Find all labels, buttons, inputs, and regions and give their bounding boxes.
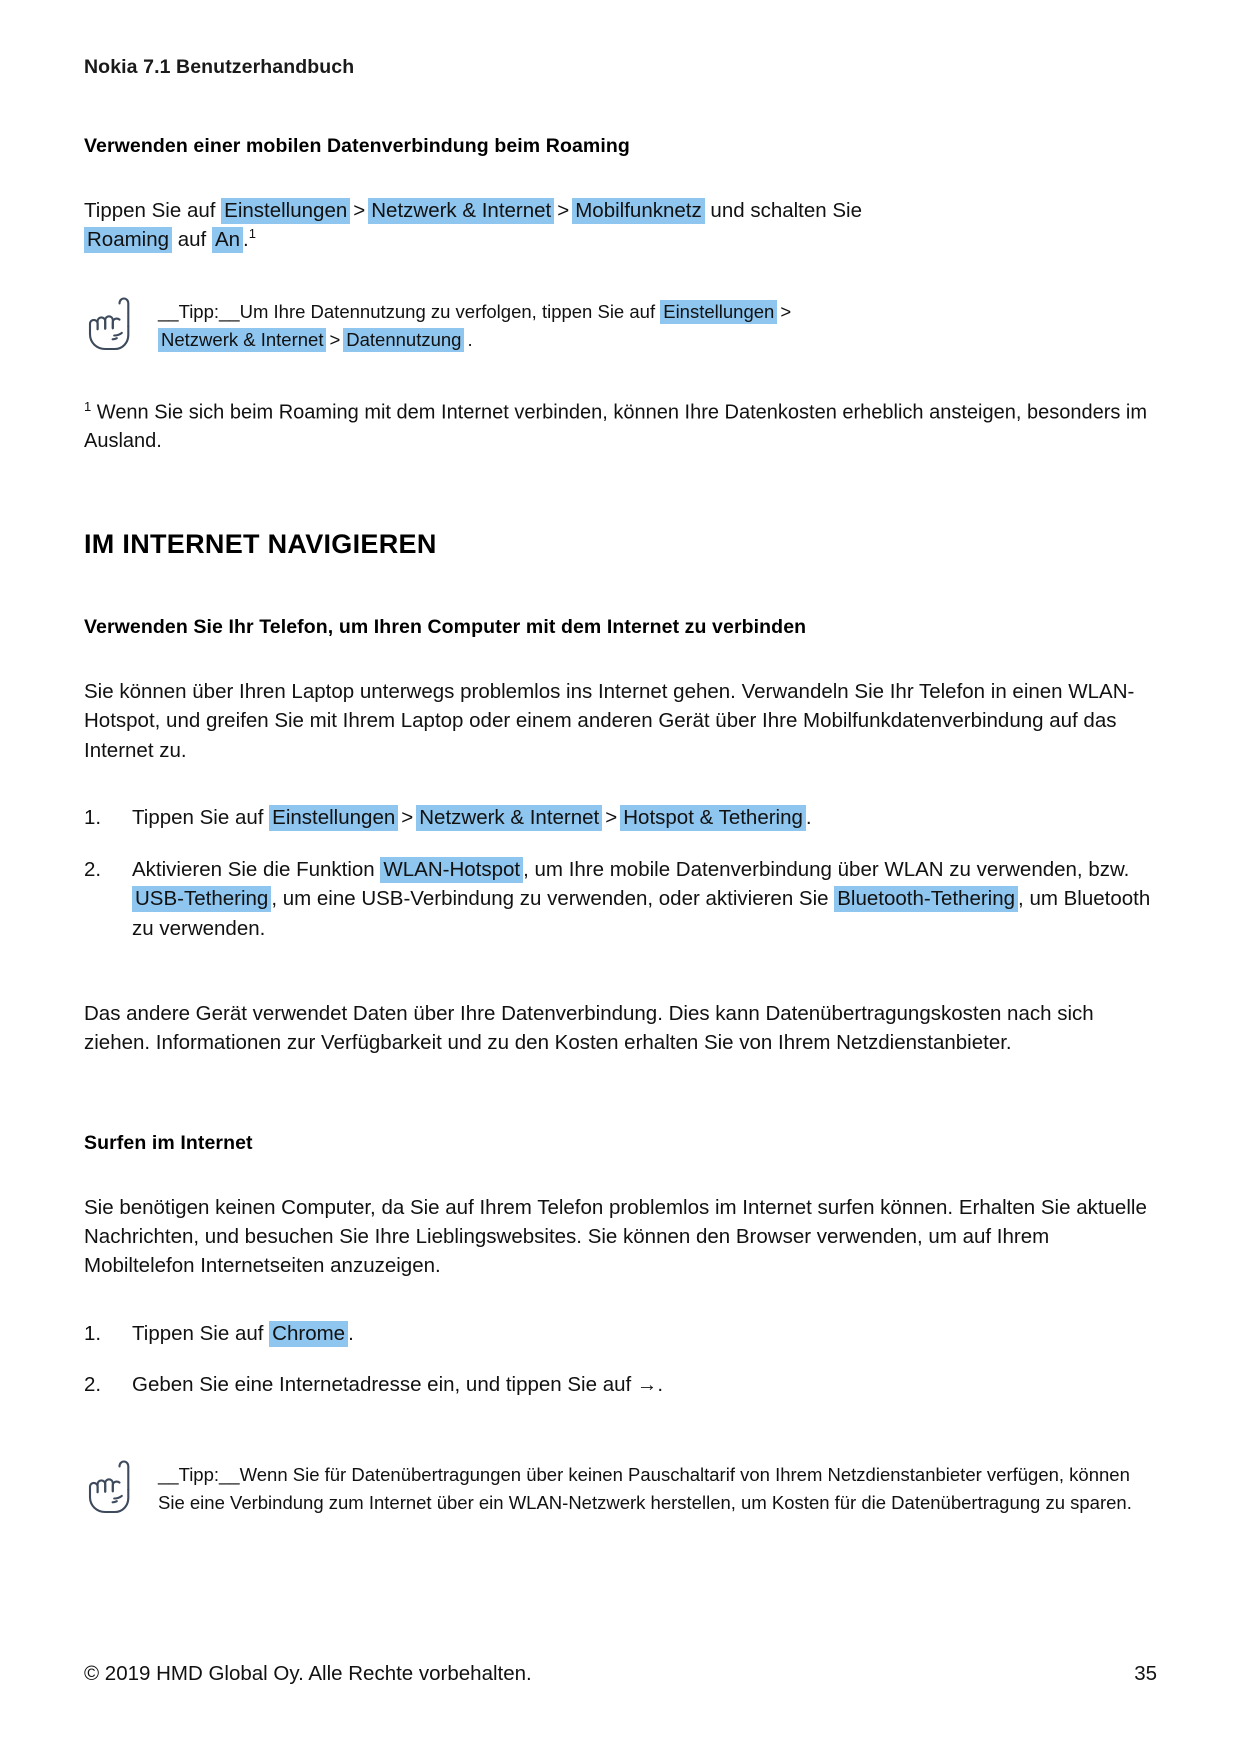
instruction-mid2: auf bbox=[177, 228, 207, 252]
list-item: Tippen Sie auf Einstellungen > Netzwerk & … bbox=[84, 803, 1154, 833]
chip-einstellungen[interactable]: Einstellungen bbox=[269, 805, 399, 831]
step-period: . bbox=[348, 1321, 354, 1345]
step2-part2: , um Ihre mobile Datenverbindung über WL… bbox=[523, 857, 1130, 881]
step2-part1: Aktivieren Sie die Funktion bbox=[132, 857, 375, 881]
footnote-text: Wenn Sie sich beim Roaming mit dem Inter… bbox=[84, 401, 1148, 452]
step-period: . bbox=[657, 1373, 664, 1397]
chevron-separator: > bbox=[780, 300, 792, 322]
surfing-paragraph: Sie benötigen keinen Computer, da Sie au… bbox=[84, 1195, 1147, 1278]
footnote: 1 Wenn Sie sich beim Roaming mit dem Int… bbox=[84, 398, 1154, 455]
chip-mobilfunknetz[interactable]: Mobilfunknetz bbox=[572, 198, 705, 224]
tip-sentence: Um Ihre Datennutzung zu verfolgen, tippe… bbox=[239, 300, 656, 322]
chevron-separator: > bbox=[557, 199, 570, 222]
chip-bluetooth-tethering[interactable]: Bluetooth-Tethering bbox=[834, 886, 1019, 913]
step-lead: Tippen Sie auf bbox=[132, 806, 264, 829]
roaming-instruction: Tippen Sie auf Einstellungen > Netzwerk & … bbox=[84, 196, 1154, 255]
chip-wlan-hotspot[interactable]: WLAN-Hotspot bbox=[380, 856, 524, 883]
step-lead: Tippen Sie auf bbox=[132, 1321, 264, 1345]
list-item: Geben Sie eine Internetadresse ein, und … bbox=[84, 1370, 1154, 1400]
running-header: Nokia 7.1 Benutzerhandbuch bbox=[84, 56, 355, 78]
chip-usb-tethering[interactable]: USB-Tethering bbox=[132, 886, 272, 913]
tip-text: __Tipp:__Um Ihre Datennutzung zu verfolg… bbox=[158, 293, 794, 354]
tip-block-wlan: __Tipp:__Wenn Sie für Datenübertragungen… bbox=[84, 1456, 1154, 1523]
tethering-paragraph: Sie können über Ihren Laptop unterwegs p… bbox=[84, 680, 1135, 762]
surfing-heading: Surfen im Internet bbox=[84, 1131, 253, 1154]
chevron-separator: > bbox=[353, 199, 366, 222]
step-period: . bbox=[805, 806, 812, 829]
chip-an[interactable]: An bbox=[211, 227, 244, 254]
chip-roaming[interactable]: Roaming bbox=[84, 227, 173, 254]
tip-text: __Tipp:__Wenn Sie für Datenübertragungen… bbox=[158, 1456, 1154, 1517]
step2-part3: , um eine USB-Verbindung zu verwenden, o… bbox=[271, 887, 829, 911]
tip-period: . bbox=[467, 328, 473, 350]
tethering-heading: Verwenden Sie Ihr Telefon, um Ihren Comp… bbox=[84, 616, 807, 639]
footnote-marker: 1 bbox=[248, 226, 256, 242]
pointing-hand-icon bbox=[84, 1456, 158, 1523]
surfing-steps: Tippen Sie auf Chrome. Geben Sie eine In… bbox=[84, 1319, 1154, 1400]
chip-einstellungen[interactable]: Einstellungen bbox=[221, 198, 351, 224]
page-number: 35 bbox=[1134, 1662, 1157, 1685]
chevron-separator: > bbox=[329, 328, 341, 350]
tip-prefix: __Tipp:__ bbox=[158, 1463, 240, 1485]
tethering-closing-paragraph: Das andere Gerät verwendet Daten über Ih… bbox=[84, 1002, 1094, 1055]
copyright-text: © 2019 HMD Global Oy. Alle Rechte vorbeh… bbox=[84, 1662, 532, 1685]
footnote-number: 1 bbox=[84, 398, 92, 414]
document-page: Nokia 7.1 Benutzerhandbuch Verwenden ein… bbox=[0, 0, 1241, 1754]
tethering-steps: Tippen Sie auf Einstellungen > Netzwerk & … bbox=[84, 803, 1154, 943]
instruction-mid: und schalten Sie bbox=[710, 199, 862, 222]
section-heading-internet: IM INTERNET NAVIGIEREN bbox=[84, 529, 437, 560]
instruction-lead: Tippen Sie auf bbox=[84, 199, 216, 222]
chip-netzwerk-internet[interactable]: Netzwerk & Internet bbox=[158, 327, 327, 352]
chip-netzwerk-internet[interactable]: Netzwerk & Internet bbox=[368, 198, 555, 224]
go-arrow-icon: → bbox=[636, 1373, 658, 1397]
page-content: Nokia 7.1 Benutzerhandbuch Verwenden ein… bbox=[84, 0, 1154, 1523]
tip-sentence: Wenn Sie für Datenübertragungen über kei… bbox=[158, 1463, 1132, 1513]
roaming-heading: Verwenden einer mobilen Datenverbindung … bbox=[84, 135, 630, 157]
chip-netzwerk-internet[interactable]: Netzwerk & Internet bbox=[416, 805, 603, 831]
tip-prefix: __Tipp:__ bbox=[158, 300, 240, 322]
list-item: Tippen Sie auf Chrome. bbox=[84, 1319, 1154, 1349]
chevron-separator: > bbox=[401, 806, 414, 829]
list-item: Aktivieren Sie die Funktion WLAN-Hotspot… bbox=[84, 855, 1154, 944]
chip-einstellungen[interactable]: Einstellungen bbox=[660, 299, 778, 324]
tip-block-datennutzung: __Tipp:__Um Ihre Datennutzung zu verfolg… bbox=[84, 293, 1154, 360]
page-footer: © 2019 HMD Global Oy. Alle Rechte vorbeh… bbox=[84, 1662, 1157, 1686]
pointing-hand-icon bbox=[84, 293, 158, 360]
step-lead: Geben Sie eine Internetadresse ein, und … bbox=[132, 1373, 632, 1397]
chip-chrome[interactable]: Chrome bbox=[269, 1320, 349, 1347]
chip-hotspot-tethering[interactable]: Hotspot & Tethering bbox=[620, 805, 806, 831]
chip-datennutzung[interactable]: Datennutzung bbox=[343, 327, 465, 352]
chevron-separator: > bbox=[605, 806, 618, 829]
